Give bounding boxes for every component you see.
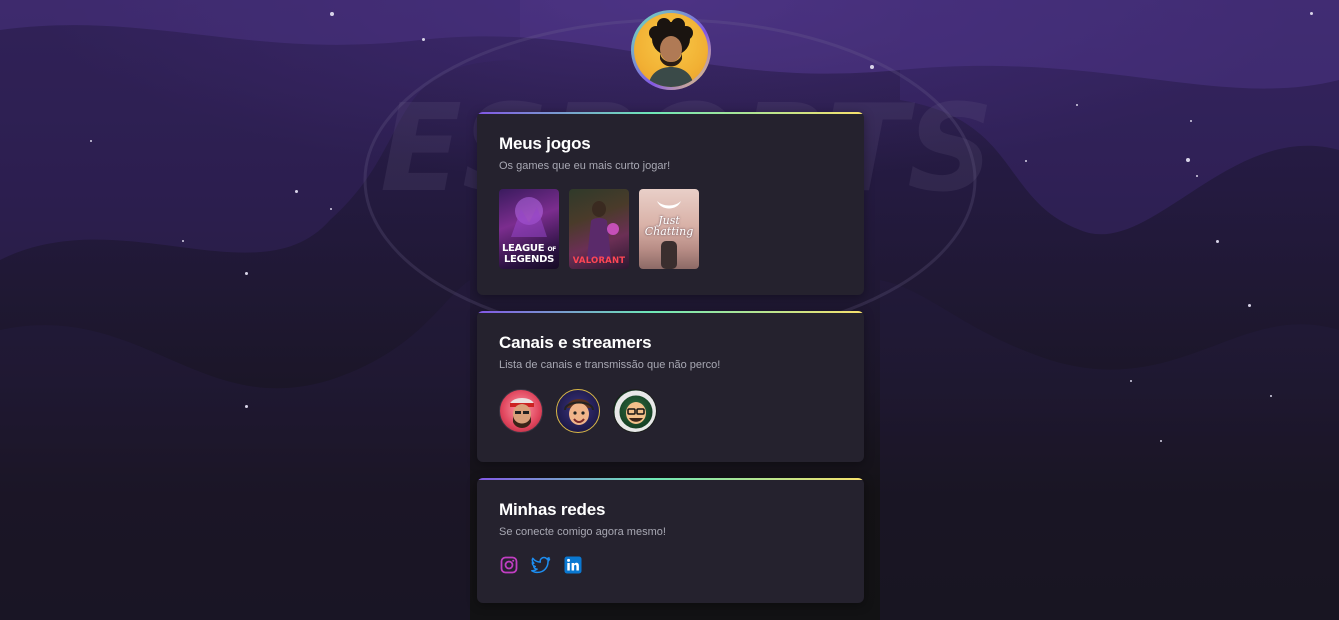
streamers-list: [499, 389, 657, 433]
streamer-avatar-1[interactable]: [499, 389, 543, 433]
avatar: [634, 13, 708, 87]
linkedin-icon: [564, 556, 582, 574]
social-card: Minhas redes Se conecte comigo agora mes…: [477, 478, 864, 603]
streamer-face-icon: [564, 399, 594, 425]
linkedin-link[interactable]: [563, 555, 583, 575]
streamer-avatar-2[interactable]: [556, 389, 600, 433]
streamers-title: Canais e streamers: [499, 333, 652, 352]
game-valorant[interactable]: VALORANT: [569, 189, 629, 269]
streamers-card: Canais e streamers Lista de canais e tra…: [477, 311, 864, 462]
games-title: Meus jogos: [499, 134, 591, 153]
social-links: [499, 555, 583, 575]
profile-avatar: [631, 10, 711, 90]
streamer-face-icon: [510, 398, 534, 428]
game-just-chatting[interactable]: Just Chatting: [639, 189, 699, 269]
twitter-icon: [531, 556, 551, 574]
game-title: Just Chatting: [644, 214, 694, 238]
game-league-of-legends[interactable]: LEAGUE OF LEGENDS: [499, 189, 559, 269]
social-title: Minhas redes: [499, 500, 606, 519]
instagram-icon: [500, 556, 518, 574]
instagram-link[interactable]: [499, 555, 519, 575]
game-title: LEAGUE OF LEGENDS: [501, 243, 557, 265]
avatar-portrait: [648, 18, 694, 87]
streamer-avatar-3[interactable]: [613, 389, 657, 433]
games-list: LEAGUE OF LEGENDS VALORANT Just Chatting: [499, 189, 699, 269]
games-card: Meus jogos Os games que eu mais curto jo…: [477, 112, 864, 295]
social-subtitle: Se conecte comigo agora mesmo!: [499, 526, 666, 538]
streamer-face-icon: [614, 390, 656, 432]
streamers-subtitle: Lista de canais e transmissão que não pe…: [499, 359, 721, 371]
games-subtitle: Os games que eu mais curto jogar!: [499, 160, 671, 172]
game-title: VALORANT: [572, 256, 626, 266]
twitter-link[interactable]: [531, 555, 551, 575]
